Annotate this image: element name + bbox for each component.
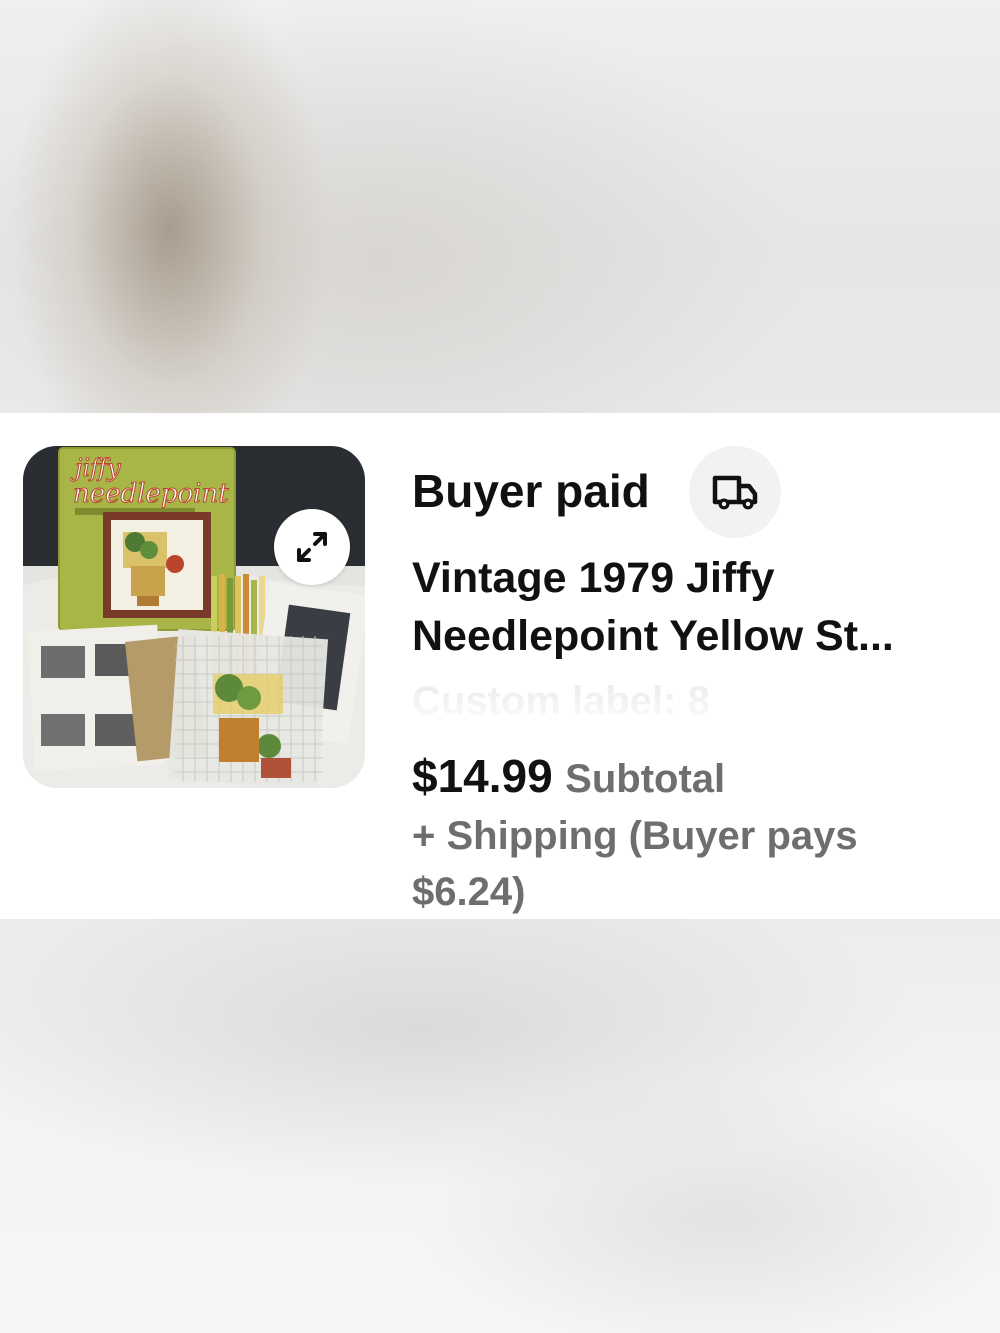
product-photo-graphic: jiffy needlepoint [23, 446, 365, 788]
product-photo[interactable]: jiffy needlepoint [23, 446, 365, 788]
expand-photo-button[interactable] [274, 509, 350, 585]
price-caption: Subtotal [565, 757, 726, 801]
order-status-label: Buyer paid [412, 465, 650, 517]
item-title[interactable]: Vintage 1979 Jiffy Needlepoint Yellow St… [412, 549, 987, 665]
item-price: $14.99 [412, 750, 553, 802]
blurred-background-top [0, 0, 1000, 413]
brand-logo-line1: jiffy [70, 454, 121, 482]
item-title-line2: Needlepoint Yellow St... [412, 612, 894, 660]
shipping-info-line1: + Shipping (Buyer pays [412, 814, 858, 858]
shipping-info-line2: $6.24) [412, 870, 526, 914]
blurred-background-bottom [0, 919, 1000, 1333]
expand-arrows-icon [297, 532, 327, 562]
shipping-status-button[interactable] [689, 446, 781, 538]
brand-logo-line2: needlepoint [73, 479, 229, 509]
item-title-line1: Vintage 1979 Jiffy [412, 554, 775, 602]
price-row: $14.99 Subtotal [412, 748, 725, 816]
custom-label: Custom label: 8 [412, 675, 710, 727]
order-item-card[interactable]: jiffy needlepoint Buyer paid Vintage 197… [0, 413, 1000, 919]
truck-icon [712, 475, 758, 510]
shipping-info: + Shipping (Buyer pays $6.24) [412, 808, 972, 920]
